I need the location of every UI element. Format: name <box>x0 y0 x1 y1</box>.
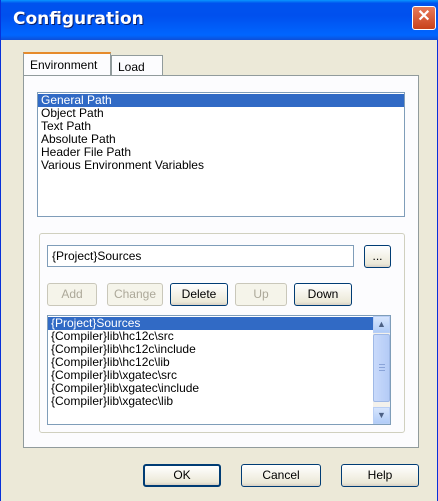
grip-line <box>379 370 385 371</box>
window-title: Configuration <box>13 9 144 29</box>
up-button[interactable]: Up <box>235 283 287 306</box>
cancel-button[interactable]: Cancel <box>241 464 321 487</box>
close-icon: ✕ <box>417 8 431 25</box>
path-list[interactable]: {Project}Sources {Compiler}lib\hc12c\src… <box>47 315 391 425</box>
path-input-value: {Project}Sources <box>52 249 142 263</box>
grip-line <box>379 364 385 365</box>
path-list-scrollbar[interactable]: ▲ ▼ <box>373 316 390 424</box>
ok-button-label: OK <box>173 468 191 482</box>
delete-button[interactable]: Delete <box>170 283 228 306</box>
delete-button-label: Delete <box>181 287 217 301</box>
list-item[interactable]: {Compiler}lib\xgatec\lib <box>48 395 390 408</box>
scroll-up-button[interactable]: ▲ <box>373 316 390 333</box>
list-item[interactable]: Various Environment Variables <box>38 159 404 172</box>
chevron-down-icon: ▼ <box>377 410 386 420</box>
scroll-thumb[interactable] <box>373 334 390 402</box>
browse-button[interactable]: ... <box>364 245 391 268</box>
tab-environment-label: Environment <box>30 58 98 72</box>
title-bar[interactable]: Configuration ✕ <box>1 0 438 40</box>
help-button[interactable]: Help <box>341 464 419 487</box>
add-button-label: Add <box>61 287 83 301</box>
path-input[interactable]: {Project}Sources <box>47 245 354 267</box>
add-button[interactable]: Add <box>47 283 97 306</box>
help-button-label: Help <box>367 468 393 482</box>
tab-load-label: Load <box>118 60 145 74</box>
environment-list[interactable]: General Path Object Path Text Path Absol… <box>37 92 405 217</box>
tab-load[interactable]: Load <box>111 55 163 76</box>
browse-button-label: ... <box>372 249 383 263</box>
cancel-button-label: Cancel <box>262 468 300 482</box>
list-item[interactable]: Object Path <box>38 107 404 120</box>
ok-button[interactable]: OK <box>143 464 221 487</box>
grip-line <box>379 367 385 368</box>
close-button[interactable]: ✕ <box>412 6 436 30</box>
down-button-label: Down <box>307 287 339 301</box>
configuration-dialog: Configuration ✕ Environment Load General… <box>0 0 438 501</box>
tab-environment[interactable]: Environment <box>23 52 111 76</box>
chevron-up-icon: ▲ <box>377 319 386 329</box>
change-button-label: Change <box>113 287 157 301</box>
down-button[interactable]: Down <box>294 283 352 306</box>
change-button[interactable]: Change <box>107 283 163 306</box>
scroll-down-button[interactable]: ▼ <box>373 407 390 424</box>
up-button-label: Up <box>253 287 269 301</box>
